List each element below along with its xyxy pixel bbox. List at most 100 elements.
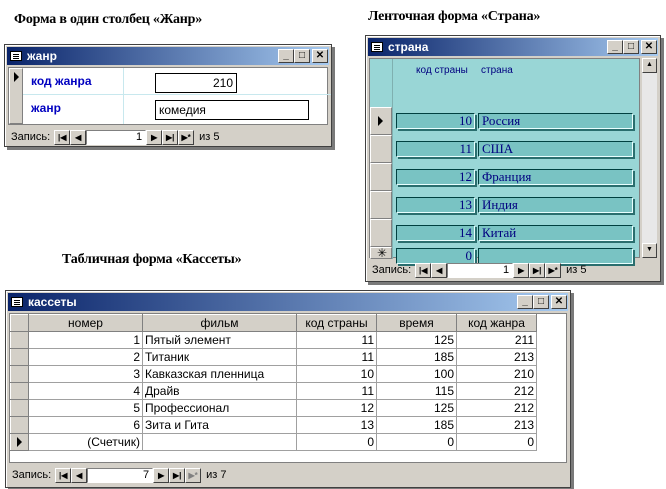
minimize-button[interactable]: _ xyxy=(607,40,623,54)
cell-country-code[interactable]: 10 xyxy=(296,365,377,383)
cell-time[interactable]: 115 xyxy=(376,382,457,400)
table-row[interactable]: 5 Профессионал 12 125 212 xyxy=(10,399,537,417)
cell-number[interactable]: (Счетчик) xyxy=(28,433,143,451)
column-header-film[interactable]: фильм xyxy=(142,314,297,332)
prev-record-button[interactable]: ◀ xyxy=(431,262,448,278)
vertical-scrollbar[interactable]: ▲ ▼ xyxy=(642,58,657,258)
cell-genre-code[interactable]: 210 xyxy=(456,365,537,383)
cell-number[interactable]: 1 xyxy=(28,331,143,349)
cassettes-window-titlebar[interactable]: кассеты _ □ ✕ xyxy=(8,293,568,311)
maximize-button[interactable]: □ xyxy=(294,49,310,63)
cell-country-code[interactable]: 11 xyxy=(296,348,377,366)
cell-genre-code[interactable]: 0 xyxy=(456,433,537,451)
cell-time[interactable]: 0 xyxy=(376,433,457,451)
country-code-field[interactable]: 11 xyxy=(396,141,475,157)
cell-country-code[interactable]: 11 xyxy=(296,382,377,400)
row-selector[interactable] xyxy=(10,348,29,366)
cell-number[interactable]: 2 xyxy=(28,348,143,366)
record-selector[interactable] xyxy=(370,163,392,191)
cell-genre-code[interactable]: 212 xyxy=(456,382,537,400)
corner-cell[interactable] xyxy=(10,314,29,332)
cell-time[interactable]: 100 xyxy=(376,365,457,383)
cell-number[interactable]: 4 xyxy=(28,382,143,400)
cell-country-code[interactable]: 13 xyxy=(296,416,377,434)
record-number-input[interactable]: 7 xyxy=(87,467,154,483)
genre-window-titlebar[interactable]: жанр _ □ ✕ xyxy=(7,47,329,65)
country-code-field[interactable]: 10 xyxy=(396,113,475,129)
minimize-button[interactable]: _ xyxy=(278,49,294,63)
country-name-field[interactable]: Россия xyxy=(478,113,633,129)
cell-genre-code[interactable]: 213 xyxy=(456,416,537,434)
record-number-input[interactable]: 1 xyxy=(447,262,514,278)
cell-film[interactable]: Профессионал xyxy=(142,399,297,417)
first-record-button[interactable]: |◀ xyxy=(54,129,71,145)
next-record-button[interactable]: ▶ xyxy=(513,262,530,278)
cell-film[interactable]: Кавказская пленница xyxy=(142,365,297,383)
scroll-up-button[interactable]: ▲ xyxy=(642,58,657,73)
country-code-field[interactable]: 13 xyxy=(396,197,475,213)
country-name-field[interactable]: Китай xyxy=(478,225,633,241)
last-record-button[interactable]: ▶| xyxy=(169,467,186,483)
record-selector[interactable] xyxy=(9,68,23,124)
cell-time[interactable]: 185 xyxy=(376,348,457,366)
cell-film[interactable]: Зита и Гита xyxy=(142,416,297,434)
record-selector[interactable] xyxy=(370,219,392,247)
row-selector[interactable] xyxy=(10,399,29,417)
country-code-field[interactable]: 14 xyxy=(396,225,475,241)
row-selector[interactable] xyxy=(10,331,29,349)
close-button[interactable]: ✕ xyxy=(641,40,657,54)
cell-country-code[interactable]: 12 xyxy=(296,399,377,417)
record-selector[interactable] xyxy=(370,107,392,135)
cell-genre-code[interactable]: 211 xyxy=(456,331,537,349)
genre-code-field[interactable]: 210 xyxy=(155,73,237,93)
genre-field[interactable]: комедия xyxy=(155,100,309,120)
record-selector[interactable] xyxy=(370,135,392,163)
new-table-row[interactable]: (Счетчик) 0 0 0 xyxy=(10,433,537,451)
row-selector[interactable] xyxy=(10,382,29,400)
row-selector[interactable] xyxy=(10,416,29,434)
cell-film[interactable]: Драйв xyxy=(142,382,297,400)
table-row[interactable]: 3 Кавказская пленница 10 100 210 xyxy=(10,365,537,383)
table-row[interactable]: 2 Титаник 11 185 213 xyxy=(10,348,537,366)
new-record-selector[interactable]: ✳ xyxy=(370,246,392,260)
last-record-button[interactable]: ▶| xyxy=(162,129,179,145)
row-selector[interactable] xyxy=(10,433,29,451)
column-header-genre-code[interactable]: код жанра xyxy=(456,314,537,332)
first-record-button[interactable]: |◀ xyxy=(415,262,432,278)
cell-film[interactable] xyxy=(142,433,297,451)
country-window-titlebar[interactable]: страна _ □ ✕ xyxy=(368,38,658,56)
column-header-country-code[interactable]: код страны xyxy=(296,314,377,332)
new-record-button[interactable]: ▶* xyxy=(545,262,562,278)
cell-country-code[interactable]: 0 xyxy=(296,433,377,451)
cell-time[interactable]: 185 xyxy=(376,416,457,434)
country-code-field[interactable]: 12 xyxy=(396,169,475,185)
row-selector[interactable] xyxy=(10,365,29,383)
next-record-button[interactable]: ▶ xyxy=(153,467,170,483)
cell-time[interactable]: 125 xyxy=(376,399,457,417)
minimize-button[interactable]: _ xyxy=(517,295,533,309)
maximize-button[interactable]: □ xyxy=(533,295,549,309)
column-header-number[interactable]: номер xyxy=(28,314,143,332)
prev-record-button[interactable]: ◀ xyxy=(71,467,88,483)
first-record-button[interactable]: |◀ xyxy=(55,467,72,483)
scroll-down-button[interactable]: ▼ xyxy=(642,243,657,258)
cell-genre-code[interactable]: 212 xyxy=(456,399,537,417)
new-record-button[interactable]: ▶* xyxy=(185,467,202,483)
close-button[interactable]: ✕ xyxy=(551,295,567,309)
cell-number[interactable]: 6 xyxy=(28,416,143,434)
cell-film[interactable]: Пятый элемент xyxy=(142,331,297,349)
cell-film[interactable]: Титаник xyxy=(142,348,297,366)
country-name-field[interactable]: Индия xyxy=(478,197,633,213)
cell-time[interactable]: 125 xyxy=(376,331,457,349)
cell-number[interactable]: 3 xyxy=(28,365,143,383)
close-button[interactable]: ✕ xyxy=(312,49,328,63)
cell-country-code[interactable]: 11 xyxy=(296,331,377,349)
country-name-field[interactable]: США xyxy=(478,141,633,157)
table-row[interactable]: 1 Пятый элемент 11 125 211 xyxy=(10,331,537,349)
cell-genre-code[interactable]: 213 xyxy=(456,348,537,366)
prev-record-button[interactable]: ◀ xyxy=(70,129,87,145)
record-selector[interactable] xyxy=(370,191,392,219)
maximize-button[interactable]: □ xyxy=(623,40,639,54)
table-row[interactable]: 6 Зита и Гита 13 185 213 xyxy=(10,416,537,434)
next-record-button[interactable]: ▶ xyxy=(146,129,163,145)
